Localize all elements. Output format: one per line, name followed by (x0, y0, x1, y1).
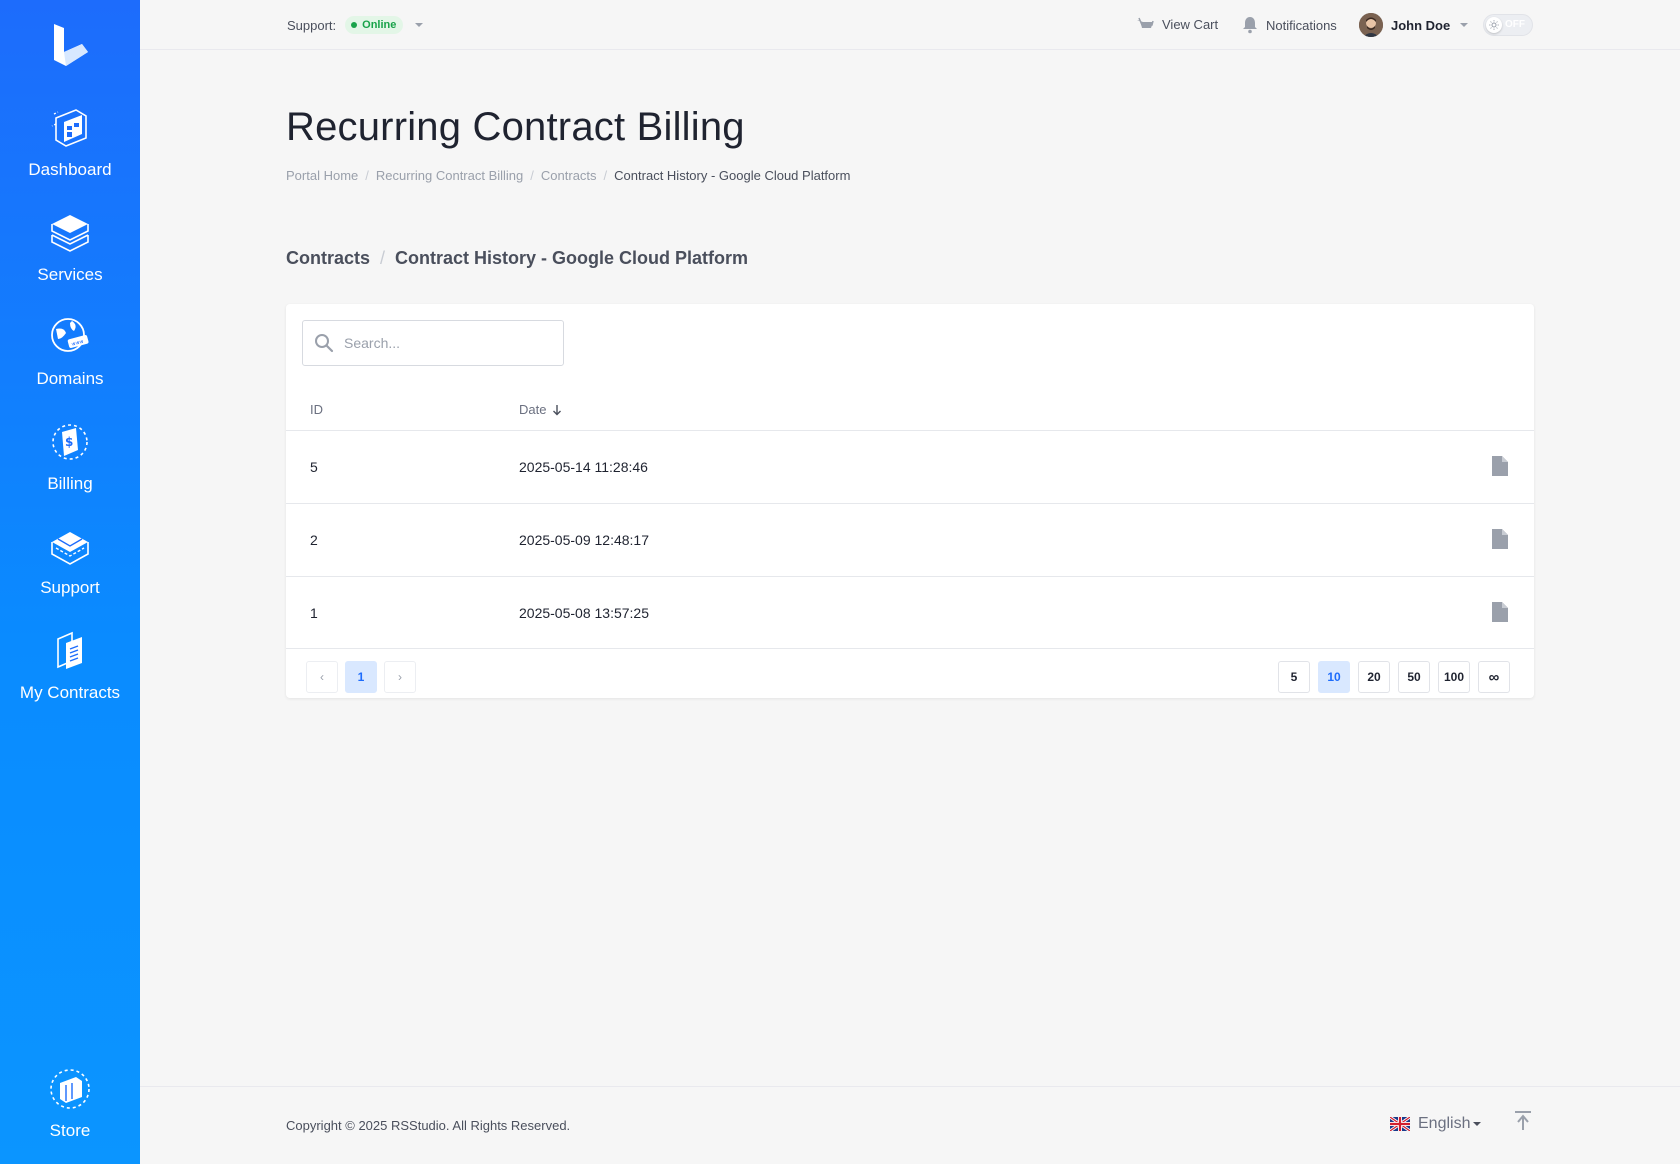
brand-logo-icon[interactable] (48, 22, 92, 70)
row-id: 5 (310, 459, 318, 475)
sidebar-item-dashboard[interactable]: Dashboard (0, 104, 140, 180)
document-icon[interactable] (1492, 602, 1508, 622)
row-id: 2 (310, 532, 318, 548)
sort-descending-icon (553, 404, 562, 415)
sidebar-item-label: Services (37, 265, 103, 284)
page-size-10-button[interactable]: 10 (1318, 661, 1350, 693)
avatar (1359, 13, 1383, 37)
page-size-5-button[interactable]: 5 (1278, 661, 1310, 693)
toggle-label: OFF (1505, 19, 1525, 30)
sidebar-item-label: Support (40, 578, 100, 597)
table-row[interactable]: 1 2025-05-08 13:57:25 (286, 576, 1534, 649)
online-status-badge: Online (345, 16, 404, 34)
billing-icon: $ (52, 424, 88, 460)
back-to-top-icon[interactable] (1514, 1111, 1532, 1131)
document-icon[interactable] (1492, 456, 1508, 476)
page-size-100-button[interactable]: 100 (1438, 661, 1470, 693)
sidebar-item-label: Store (49, 1121, 91, 1140)
view-cart-link[interactable]: View Cart (1136, 16, 1218, 32)
breadcrumb-separator: / (603, 168, 608, 183)
section-current: Contract History - Google Cloud Platform (395, 248, 749, 268)
breadcrumb-portal-home[interactable]: Portal Home (286, 168, 358, 183)
row-date: 2025-05-09 12:48:17 (519, 532, 649, 548)
view-cart-label: View Cart (1162, 16, 1219, 32)
user-name: John Doe (1391, 17, 1451, 33)
language-label: English (1418, 1115, 1471, 1132)
user-menu[interactable]: John Doe (1359, 13, 1469, 37)
contract-history-card: ID Date 5 2025-05-14 11:28:46 2 2025-05-… (286, 304, 1534, 698)
sidebar-item-label: Domains (36, 369, 104, 388)
dark-mode-toggle[interactable]: OFF (1483, 14, 1533, 36)
pagination-page-button[interactable]: 1 (345, 661, 377, 693)
uk-flag-icon (1390, 1117, 1410, 1131)
sidebar-item-store[interactable]: Store (0, 1065, 140, 1141)
breadcrumb-separator: / (365, 168, 369, 183)
support-icon (51, 532, 89, 565)
cart-icon (1137, 17, 1154, 28)
chevron-down-icon (1473, 1122, 1482, 1126)
chevron-down-icon[interactable] (415, 23, 424, 27)
page-title: Recurring Contract Billing (286, 105, 745, 149)
online-status-text: Online (362, 19, 397, 31)
column-header-date-label: Date (519, 402, 547, 417)
breadcrumb: Portal Home / Recurring Contract Billing… (286, 168, 850, 183)
search-icon (315, 334, 334, 353)
row-date: 2025-05-14 11:28:46 (519, 459, 648, 475)
sidebar-item-support[interactable]: Support (0, 522, 140, 598)
svg-text:$: $ (65, 435, 73, 449)
notifications-link[interactable]: Notifications (1242, 16, 1337, 34)
sun-icon (1486, 17, 1502, 33)
notifications-label: Notifications (1266, 17, 1337, 33)
copyright-text: Copyright © 2025 RSStudio. All Rights Re… (286, 1118, 571, 1133)
store-icon (50, 1069, 90, 1109)
document-icon[interactable] (1492, 529, 1508, 549)
bell-icon (1243, 17, 1257, 34)
sidebar-item-domains[interactable]: www Domains (0, 313, 140, 389)
page-size-20-button[interactable]: 20 (1358, 661, 1390, 693)
support-status[interactable]: Support: Online (287, 16, 424, 34)
contracts-icon (57, 631, 82, 669)
page-size-50-button[interactable]: 50 (1398, 661, 1430, 693)
sidebar: Dashboard Services www Domains $ Billing (0, 0, 140, 1164)
domains-icon: www (51, 318, 89, 352)
page-footer: Copyright © 2025 RSStudio. All Rights Re… (140, 1086, 1680, 1164)
pagination-prev-button[interactable]: ‹ (306, 661, 338, 693)
row-date: 2025-05-08 13:57:25 (519, 605, 649, 621)
column-header-date[interactable]: Date (519, 402, 562, 417)
breadcrumb-contracts[interactable]: Contracts (541, 168, 597, 183)
section-heading: Contracts / Contract History - Google Cl… (286, 248, 748, 269)
breadcrumb-current: Contract History - Google Cloud Platform (614, 168, 851, 183)
chevron-down-icon (1460, 23, 1469, 27)
sidebar-item-label: My Contracts (19, 683, 121, 702)
dashboard-icon (51, 109, 87, 147)
page-size-all-button[interactable]: ∞ (1478, 661, 1510, 693)
sidebar-item-label: Billing (47, 474, 93, 493)
column-header-id[interactable]: ID (310, 402, 323, 417)
sidebar-item-services[interactable]: Services (0, 209, 140, 285)
breadcrumb-separator: / (530, 168, 534, 183)
sidebar-item-label: Dashboard (28, 160, 112, 179)
table-row[interactable]: 5 2025-05-14 11:28:46 (286, 430, 1534, 503)
section-parent-link[interactable]: Contracts (286, 248, 370, 269)
support-label: Support: (287, 17, 337, 33)
status-dot-icon (351, 22, 358, 28)
search-box[interactable] (302, 320, 564, 366)
row-id: 1 (310, 605, 318, 621)
search-input[interactable] (344, 335, 544, 351)
breadcrumb-recurring-contract-billing[interactable]: Recurring Contract Billing (376, 168, 523, 183)
language-selector[interactable]: English (1390, 1115, 1482, 1133)
topbar: Support: Online View Cart Notifications (140, 0, 1680, 50)
table-row[interactable]: 2 2025-05-09 12:48:17 (286, 503, 1534, 576)
section-separator: / (380, 248, 386, 268)
sidebar-item-my-contracts[interactable]: My Contracts (0, 627, 140, 703)
sidebar-item-billing[interactable]: $ Billing (0, 418, 140, 494)
services-icon (51, 215, 89, 252)
pagination-next-button[interactable]: › (384, 661, 416, 693)
table-footer: ‹ 1 › 5 10 20 50 100 ∞ (286, 648, 1534, 698)
